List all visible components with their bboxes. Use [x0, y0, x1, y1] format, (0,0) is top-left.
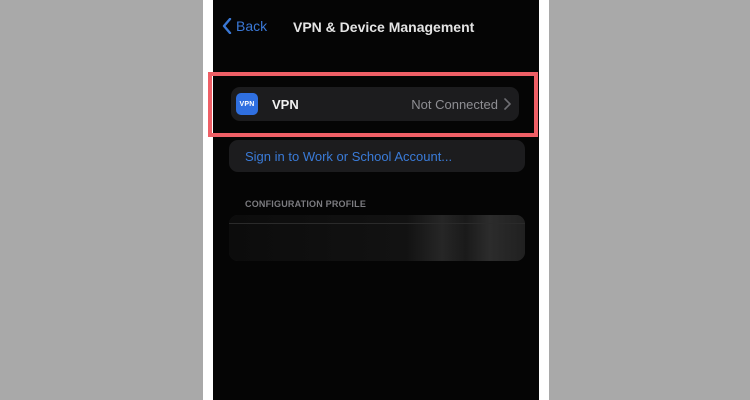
- redacted-profile-content: [229, 215, 525, 261]
- back-label: Back: [236, 18, 268, 34]
- divider: [229, 223, 525, 224]
- vpn-row[interactable]: VPN VPN Not Connected: [231, 87, 519, 121]
- chevron-left-icon: [222, 18, 232, 34]
- page-title: VPN & Device Management: [293, 19, 475, 35]
- chevron-right-icon: [504, 98, 511, 110]
- navigation-bar: Back VPN & Device Management: [213, 10, 539, 46]
- sign-in-link[interactable]: Sign in to Work or School Account...: [245, 149, 452, 164]
- back-button[interactable]: Back: [222, 18, 267, 34]
- vpn-label: VPN: [272, 96, 299, 112]
- configuration-profile-row[interactable]: [229, 215, 525, 261]
- sign-in-row[interactable]: Sign in to Work or School Account...: [229, 140, 525, 172]
- configuration-profile-header: CONFIGURATION PROFILE: [245, 199, 367, 209]
- vpn-status: Not Connected: [411, 96, 498, 112]
- phone-screen: Back VPN & Device Management VPN VPN Not…: [213, 0, 539, 400]
- vpn-icon: VPN: [236, 93, 258, 115]
